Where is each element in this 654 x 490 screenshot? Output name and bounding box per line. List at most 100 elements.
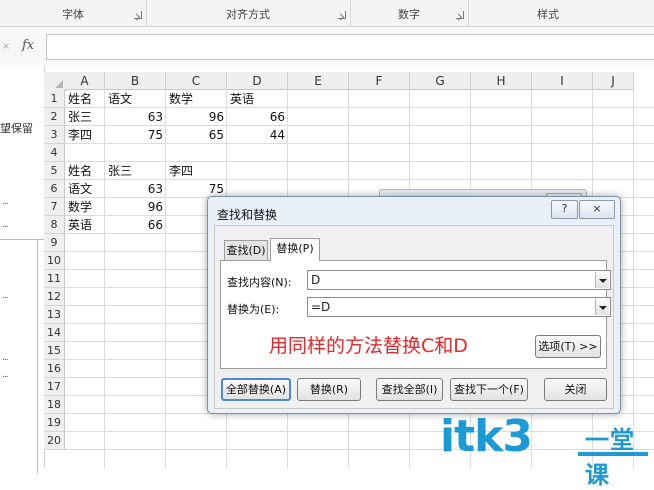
- row-header-18[interactable]: 18: [44, 396, 65, 414]
- watermark-underline: [578, 452, 648, 456]
- close-button[interactable]: 关闭: [544, 378, 607, 401]
- column-header-e[interactable]: E: [288, 72, 349, 90]
- number-group: 数字: [350, 0, 469, 26]
- ellipsis-icon: ...: [2, 197, 9, 207]
- column-header-d[interactable]: D: [227, 72, 288, 90]
- replace-button[interactable]: 替换(R): [297, 378, 361, 401]
- gridline-vertical: [104, 90, 105, 468]
- help-button[interactable]: ?: [551, 200, 578, 219]
- cell-b3[interactable]: 75: [105, 126, 166, 144]
- watermark-text: itk3: [440, 411, 533, 462]
- cell-a8[interactable]: 英语: [65, 216, 105, 234]
- column-header-f[interactable]: F: [349, 72, 410, 90]
- cell-c2[interactable]: 96: [166, 108, 227, 126]
- tab-replace[interactable]: 替换(P): [270, 238, 320, 261]
- row-header-11[interactable]: 11: [44, 270, 65, 288]
- cell-c3[interactable]: 65: [166, 126, 227, 144]
- font-group: 字体: [0, 0, 147, 26]
- row-header-4[interactable]: 4: [44, 144, 65, 162]
- find-what-label: 查找内容(N):: [227, 276, 292, 289]
- cell-b1[interactable]: 语文: [105, 90, 166, 108]
- tab-find[interactable]: 查找(D): [224, 240, 268, 260]
- cell-a6[interactable]: 语文: [65, 180, 105, 198]
- column-header-g[interactable]: G: [410, 72, 471, 90]
- cell-d3[interactable]: 44: [227, 126, 288, 144]
- gridline-vertical: [165, 90, 166, 468]
- styles-group: 样式: [468, 0, 628, 26]
- cell-a1[interactable]: 姓名: [65, 90, 105, 108]
- row-header-14[interactable]: 14: [44, 324, 65, 342]
- row-header-7[interactable]: 7: [44, 198, 65, 216]
- row-header-16[interactable]: 16: [44, 360, 65, 378]
- row-header-3[interactable]: 3: [44, 126, 65, 144]
- options-button[interactable]: 选项(T) >>: [535, 335, 601, 358]
- row-header-10[interactable]: 10: [44, 252, 65, 270]
- replace-with-label: 替换为(E):: [227, 303, 280, 316]
- side-panel: 望保留 ... ... ... ... ...: [0, 65, 45, 473]
- column-header-b[interactable]: B: [105, 72, 166, 90]
- cell-a7[interactable]: 数学: [65, 198, 105, 216]
- chevron-down-icon[interactable]: [595, 299, 609, 315]
- formula-bar: × fx: [0, 27, 654, 65]
- cell-a5[interactable]: 姓名: [65, 162, 105, 180]
- row-header-5[interactable]: 5: [44, 162, 65, 180]
- cell-d2[interactable]: 66: [227, 108, 288, 126]
- cell-a2[interactable]: 张三: [65, 108, 105, 126]
- find-all-button[interactable]: 查找全部(I): [376, 378, 443, 401]
- styles-group-label: 样式: [537, 8, 559, 21]
- replace-all-button[interactable]: 全部替换(A): [221, 378, 291, 401]
- insert-function-icon[interactable]: fx: [22, 38, 34, 53]
- cell-d1[interactable]: 英语: [227, 90, 288, 108]
- alignment-group: 对齐方式: [146, 0, 351, 26]
- cancel-entry-icon[interactable]: ×: [2, 41, 10, 52]
- find-what-value: D: [311, 273, 321, 287]
- find-what-input[interactable]: D: [307, 270, 611, 290]
- select-all-corner[interactable]: [44, 72, 66, 91]
- dialog-close-button[interactable]: ×: [579, 200, 615, 219]
- cell-b5[interactable]: 张三: [105, 162, 166, 180]
- replace-tab-panel: 查找内容(N): D 替换为(E): =D 用同样的方法替换C和D 选项(T) …: [220, 260, 611, 369]
- row-header-13[interactable]: 13: [44, 306, 65, 324]
- replace-with-input[interactable]: =D: [307, 297, 611, 317]
- cell-b2[interactable]: 63: [105, 108, 166, 126]
- row-header-17[interactable]: 17: [44, 378, 65, 396]
- number-group-label: 数字: [398, 8, 420, 21]
- row-header-8[interactable]: 8: [44, 216, 65, 234]
- ellipsis-icon: ...: [2, 353, 9, 363]
- column-header-c[interactable]: C: [166, 72, 227, 90]
- cell-c1[interactable]: 数学: [166, 90, 227, 108]
- find-replace-dialog: 查找和替换 ? × 查找(D) 查找内容(N): D 替换为(E): =D 用同…: [207, 196, 621, 414]
- row-header-12[interactable]: 12: [44, 288, 65, 306]
- row-header-9[interactable]: 9: [44, 234, 65, 252]
- row-header-20[interactable]: 20: [44, 432, 65, 450]
- annotation-text: 用同样的方法替换C和D: [269, 335, 468, 357]
- replace-with-value: =D: [311, 300, 331, 314]
- row-header-1[interactable]: 1: [44, 90, 65, 108]
- find-next-button[interactable]: 查找下一个(F): [450, 378, 528, 401]
- site-watermark-logo: itk3 一堂课: [440, 411, 654, 489]
- font-group-label: 字体: [62, 8, 84, 21]
- formula-input[interactable]: [46, 34, 654, 60]
- dialog-launcher-icon[interactable]: [338, 11, 346, 19]
- column-header-j[interactable]: J: [593, 72, 634, 90]
- ribbon-group-labels: 字体 对齐方式 数字 样式: [0, 0, 654, 27]
- gridline-vertical: [633, 90, 634, 468]
- cell-c5[interactable]: 李四: [166, 162, 227, 180]
- row-header-2[interactable]: 2: [44, 108, 65, 126]
- row-header-19[interactable]: 19: [44, 414, 65, 432]
- column-header-i[interactable]: I: [532, 72, 593, 90]
- column-header-h[interactable]: H: [471, 72, 532, 90]
- dialog-launcher-icon[interactable]: [134, 11, 142, 19]
- cell-b8[interactable]: 66: [105, 216, 166, 234]
- ellipsis-icon: ...: [2, 370, 9, 380]
- dialog-title: 查找和替换: [217, 208, 278, 222]
- row-header-6[interactable]: 6: [44, 180, 65, 198]
- chevron-down-icon[interactable]: [595, 272, 609, 288]
- cell-b6[interactable]: 63: [105, 180, 166, 198]
- side-panel-border: [37, 239, 38, 473]
- dialog-launcher-icon[interactable]: [456, 11, 464, 19]
- cell-b7[interactable]: 96: [105, 198, 166, 216]
- cell-a3[interactable]: 李四: [65, 126, 105, 144]
- column-header-a[interactable]: A: [65, 72, 105, 90]
- row-header-15[interactable]: 15: [44, 342, 65, 360]
